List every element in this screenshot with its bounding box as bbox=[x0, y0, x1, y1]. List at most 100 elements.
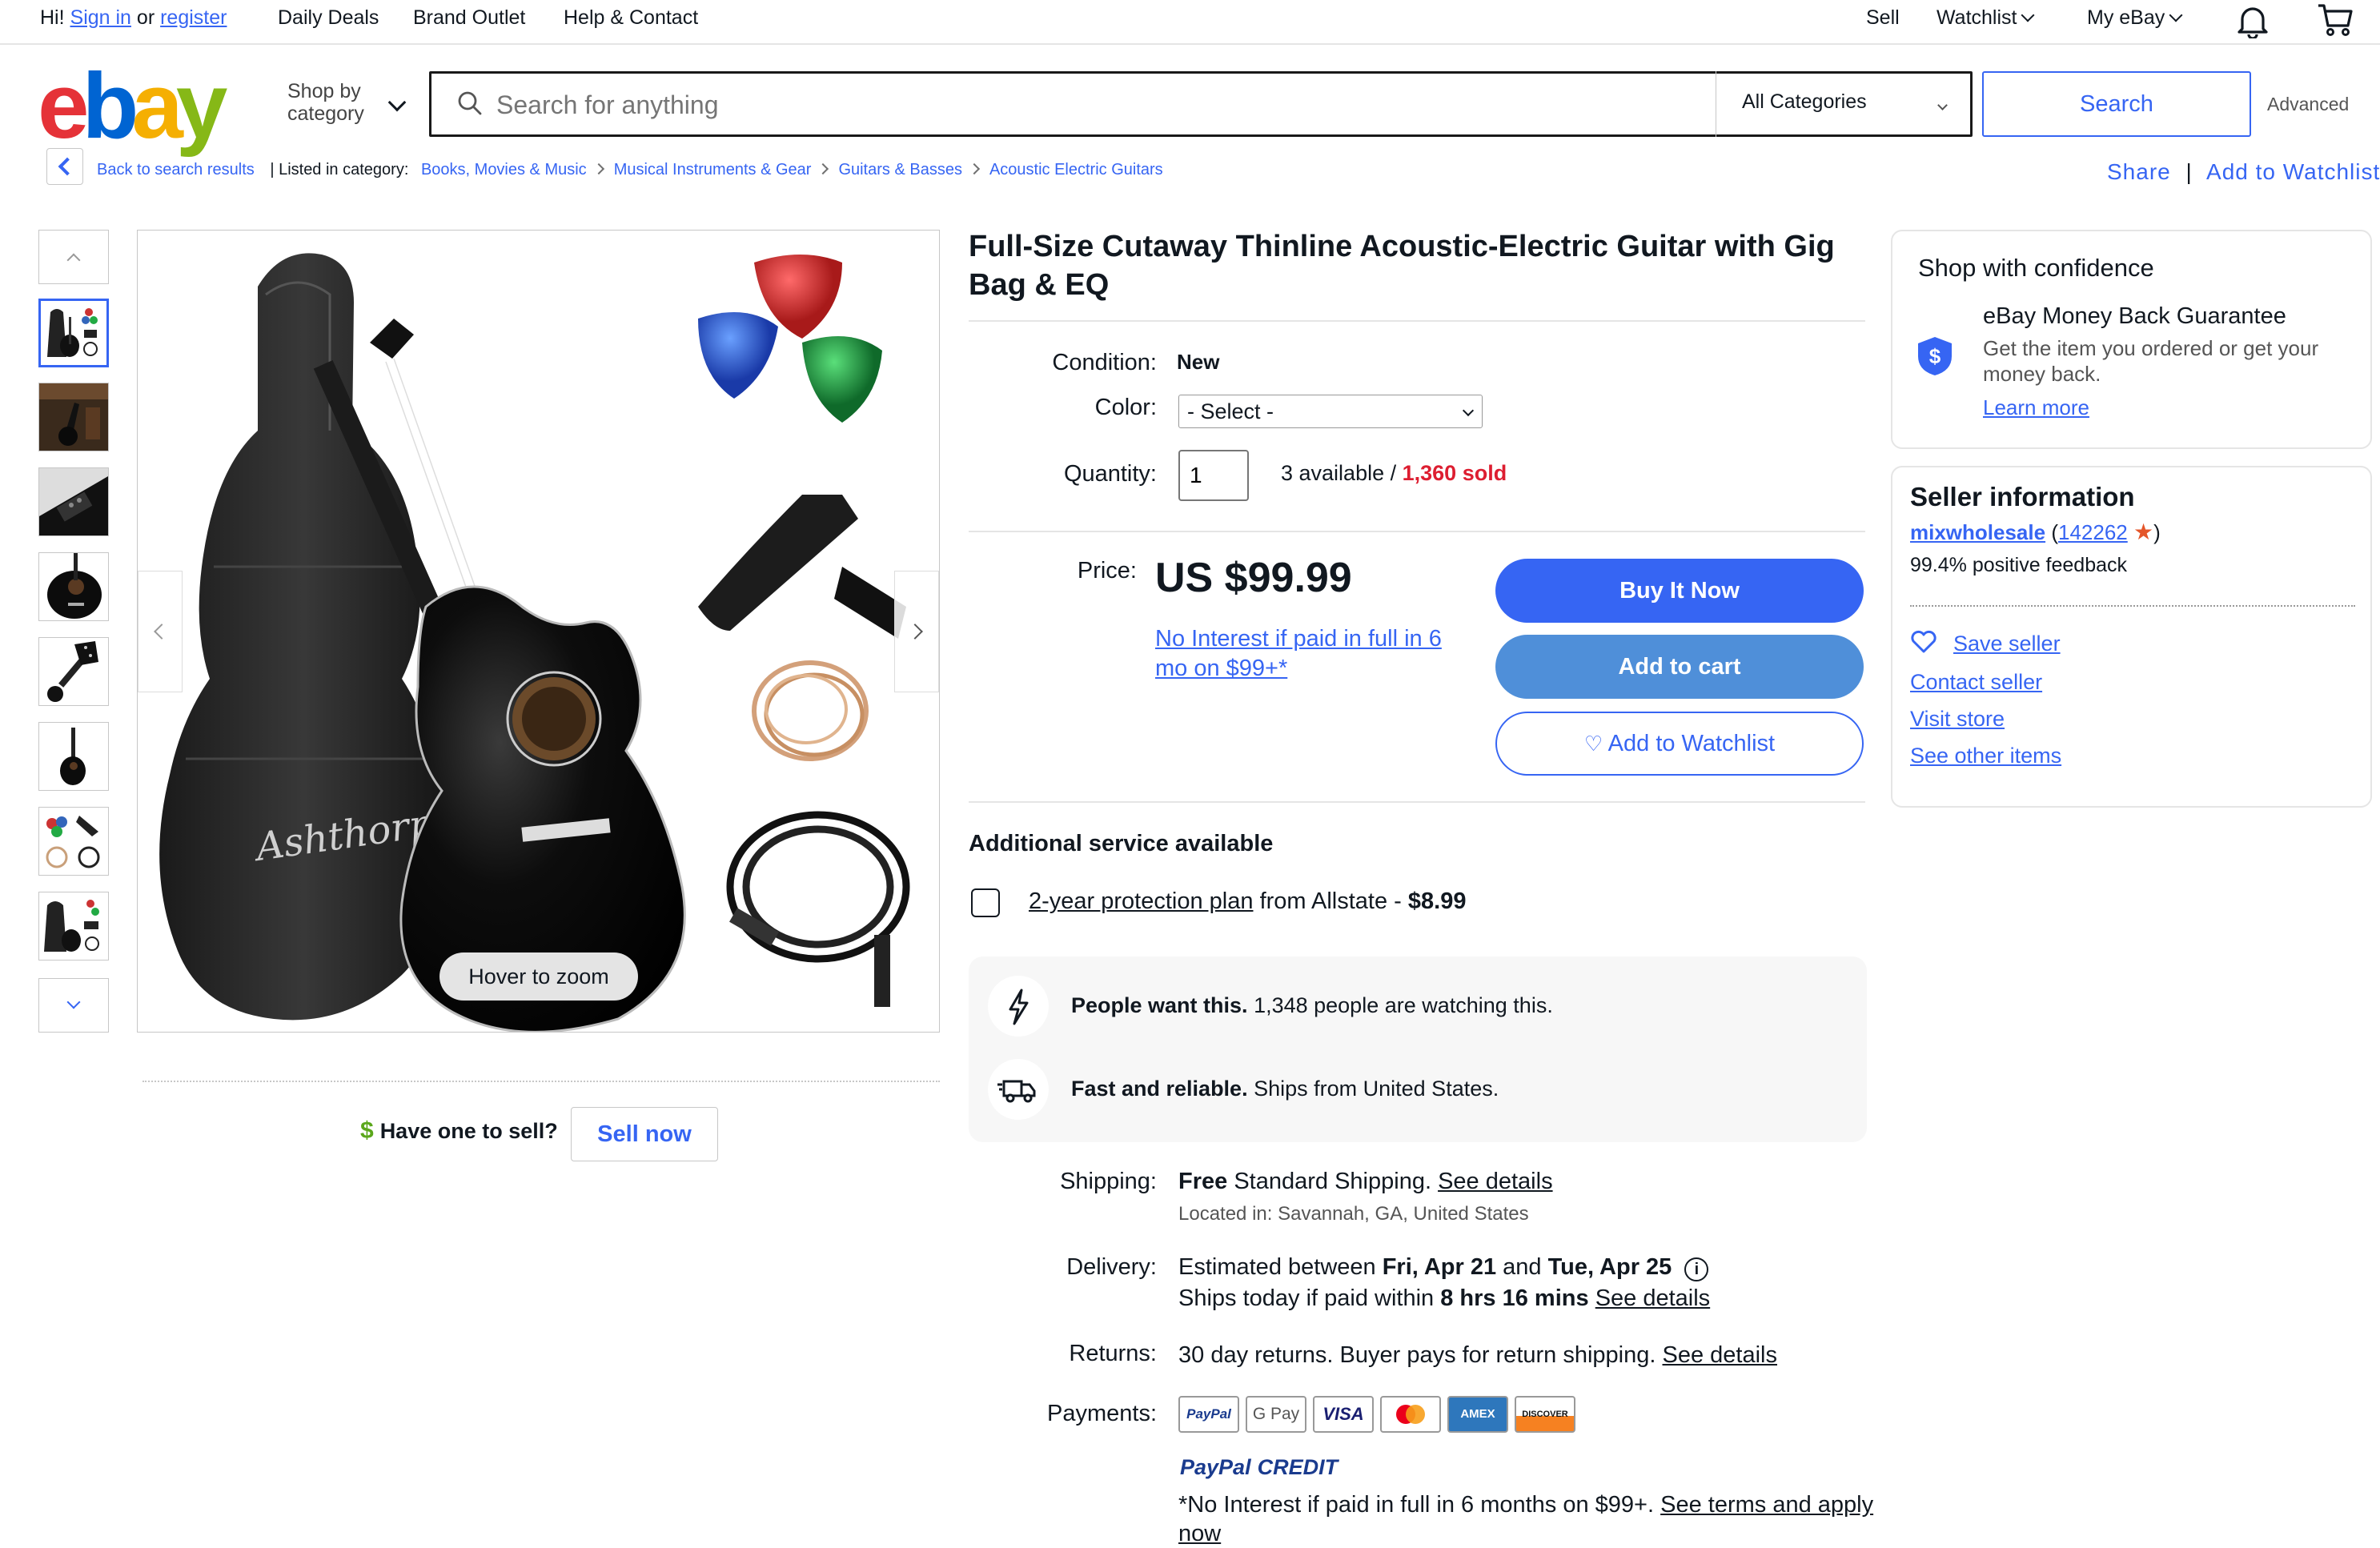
add-to-cart-button[interactable]: Add to cart bbox=[1495, 635, 1864, 699]
separator: | bbox=[2185, 159, 2193, 184]
divider bbox=[969, 320, 1865, 322]
thumbnail-image bbox=[39, 723, 108, 790]
breadcrumb-item[interactable]: Guitars & Basses bbox=[838, 161, 962, 178]
thumbnail-image bbox=[39, 892, 108, 960]
returns-see-details-link[interactable]: See details bbox=[1663, 1342, 1778, 1368]
thumbnails-up-button[interactable] bbox=[38, 230, 109, 284]
heart-icon bbox=[1911, 630, 1937, 653]
sign-in-link[interactable]: Sign in bbox=[70, 6, 131, 29]
search-input[interactable] bbox=[495, 77, 1699, 133]
watchlist-menu[interactable]: Watchlist bbox=[1937, 6, 2035, 30]
chevron-right-icon bbox=[968, 162, 981, 175]
thumbnail[interactable] bbox=[38, 892, 109, 960]
add-to-watchlist-button[interactable]: ♡ Add to Watchlist bbox=[1495, 712, 1864, 776]
chevron-down-icon bbox=[2169, 8, 2183, 22]
thumbnail[interactable] bbox=[38, 807, 109, 876]
chevron-left-icon bbox=[58, 157, 77, 176]
share-watchlist-links: Share | Add to Watchlist bbox=[2107, 159, 2380, 185]
search-icon bbox=[458, 91, 482, 115]
protection-plan-checkbox[interactable] bbox=[971, 888, 1000, 917]
protection-plan-price: $8.99 bbox=[1407, 888, 1467, 914]
available-text: 3 available / bbox=[1281, 461, 1397, 485]
breadcrumb-item[interactable]: Acoustic Electric Guitars bbox=[989, 161, 1163, 178]
money-back-guarantee-text: Get the item you ordered or get your mon… bbox=[1983, 336, 2319, 386]
my-ebay-menu[interactable]: My eBay bbox=[2087, 6, 2183, 30]
daily-deals-link[interactable]: Daily Deals bbox=[278, 6, 379, 30]
sell-link[interactable]: Sell bbox=[1866, 6, 1900, 30]
back-to-results-link[interactable]: Back to search results bbox=[97, 161, 255, 178]
breadcrumb-item[interactable]: Musical Instruments & Gear bbox=[614, 161, 812, 178]
main-product-image[interactable]: Ashthorpe Hover to zoom bbox=[137, 230, 940, 1033]
thumbnail[interactable] bbox=[38, 383, 109, 451]
ebay-logo[interactable]: ebay bbox=[38, 54, 227, 158]
visit-store-link[interactable]: Visit store bbox=[1910, 707, 2005, 732]
shop-by-category-button[interactable]: Shop by category bbox=[287, 80, 364, 125]
visa-icon: VISA bbox=[1313, 1396, 1374, 1433]
divider bbox=[969, 801, 1865, 803]
save-seller-link[interactable]: Save seller bbox=[1953, 632, 2061, 656]
signal-watching: People want this. 1,348 people are watch… bbox=[1071, 993, 1553, 1018]
cart-icon[interactable] bbox=[2316, 2, 2354, 38]
shipping-label: Shipping: bbox=[1060, 1169, 1157, 1194]
confidence-title: Shop with confidence bbox=[1918, 254, 2154, 282]
search-button[interactable]: Search bbox=[1982, 71, 2251, 137]
protection-plan-link[interactable]: 2-year protection plan bbox=[1029, 888, 1254, 914]
thumbnail-image bbox=[41, 301, 106, 365]
delivery-see-details-link[interactable]: See details bbox=[1595, 1285, 1711, 1311]
help-contact-link[interactable]: Help & Contact bbox=[564, 6, 698, 30]
brand-outlet-link[interactable]: Brand Outlet bbox=[413, 6, 525, 30]
positive-feedback: 99.4% positive feedback bbox=[1910, 554, 2128, 576]
see-other-items-link[interactable]: See other items bbox=[1910, 744, 2061, 768]
learn-more-link[interactable]: Learn more bbox=[1983, 395, 2089, 420]
shop-with-confidence-card: Shop with confidence $ eBay Money Back G… bbox=[1891, 230, 2372, 449]
delivery-date-start: Fri, Apr 21 bbox=[1382, 1254, 1497, 1280]
buy-it-now-button[interactable]: Buy It Now bbox=[1495, 559, 1864, 623]
truck-icon bbox=[988, 1059, 1049, 1120]
delivery-date-end: Tue, Apr 25 bbox=[1547, 1254, 1672, 1280]
quantity-input[interactable] bbox=[1178, 450, 1249, 501]
breadcrumb: Back to search results | Listed in categ… bbox=[97, 161, 1163, 179]
listing-title: Full-Size Cutaway Thinline Acoustic-Elec… bbox=[969, 230, 1835, 302]
add-to-watchlist-link[interactable]: Add to Watchlist bbox=[2206, 159, 2380, 184]
shipping-see-details-link[interactable]: See details bbox=[1438, 1169, 1553, 1194]
next-image-button[interactable] bbox=[894, 571, 939, 692]
logo-letter: b bbox=[82, 54, 139, 158]
contact-seller-link[interactable]: Contact seller bbox=[1910, 670, 2042, 695]
thumbnails-down-button[interactable] bbox=[38, 978, 109, 1033]
sell-now-button[interactable]: Sell now bbox=[571, 1107, 718, 1161]
signal-text: Ships from United States. bbox=[1254, 1077, 1499, 1101]
paren: ) bbox=[2153, 520, 2161, 544]
category-select-value: All Categories bbox=[1742, 90, 1867, 113]
register-link[interactable]: register bbox=[160, 6, 227, 29]
thumbnail[interactable] bbox=[38, 552, 109, 621]
financing-link[interactable]: No Interest if paid in full in 6 mo on $… bbox=[1155, 624, 1467, 684]
previous-image-button[interactable] bbox=[138, 571, 183, 692]
save-seller-row[interactable]: Save seller bbox=[1910, 630, 2061, 656]
divider bbox=[142, 1081, 940, 1082]
share-link[interactable]: Share bbox=[2107, 159, 2171, 184]
seller-name-link[interactable]: mixwholesale bbox=[1910, 520, 2045, 544]
watchlist-label: Watchlist bbox=[1937, 6, 2017, 29]
protection-plan-text: from Allstate - bbox=[1259, 888, 1402, 914]
signal-title: People want this. bbox=[1071, 993, 1248, 1017]
thumbnail-image bbox=[39, 553, 108, 620]
lightning-icon bbox=[988, 976, 1049, 1037]
seller-information-card: Seller information mixwholesale (142262 … bbox=[1891, 466, 2372, 808]
advanced-search-link[interactable]: Advanced bbox=[2267, 94, 2349, 115]
shield-dollar-icon: $ bbox=[1918, 337, 1952, 375]
notification-bell-icon[interactable] bbox=[2236, 3, 2270, 38]
have-one-to-sell-text: Have one to sell? bbox=[379, 1119, 558, 1143]
or-text: or bbox=[136, 6, 155, 29]
breadcrumb-item[interactable]: Books, Movies & Music bbox=[421, 161, 587, 178]
delivery-estimate: Estimated between Fri, Apr 21 and Tue, A… bbox=[1178, 1254, 1709, 1281]
thumbnail[interactable] bbox=[38, 722, 109, 791]
thumbnail[interactable] bbox=[38, 299, 109, 367]
category-select[interactable]: All Categories bbox=[1716, 71, 1973, 137]
info-icon[interactable]: i bbox=[1684, 1257, 1709, 1281]
feedback-count-link[interactable]: 142262 bbox=[2058, 520, 2128, 544]
discover-icon: DISCOVER bbox=[1515, 1396, 1575, 1433]
thumbnail[interactable] bbox=[38, 637, 109, 706]
back-button[interactable] bbox=[46, 148, 83, 185]
thumbnail[interactable] bbox=[38, 467, 109, 536]
color-select[interactable]: - Select - bbox=[1178, 395, 1483, 428]
